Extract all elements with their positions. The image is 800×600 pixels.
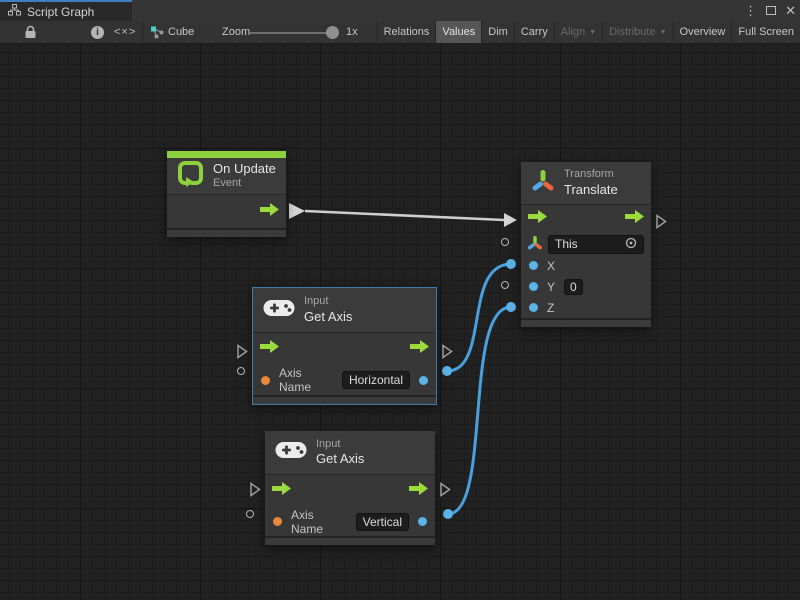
wire-endpoint <box>506 302 516 312</box>
on-update-loop-icon <box>177 160 204 192</box>
object-picker-icon[interactable] <box>625 237 637 252</box>
axis-name-field[interactable]: Vertical <box>356 513 409 531</box>
y-value-field[interactable]: 0 <box>564 279 583 295</box>
unconnected-port-this[interactable] <box>501 238 509 246</box>
transform-icon <box>531 169 555 198</box>
flow-input-port[interactable] <box>260 340 279 358</box>
graph-target-icon <box>150 21 164 43</box>
gamepad-icon <box>275 440 307 465</box>
node-footer <box>521 318 651 327</box>
port-label-z: Z <box>547 301 554 315</box>
close-button[interactable]: ✕ <box>785 4 796 17</box>
window-menu-button[interactable]: ⋮ <box>744 4 757 17</box>
script-graph-window: Script Graph ⋮ ✕ i <×> <box>0 0 800 600</box>
lock-icon <box>24 25 37 39</box>
align-dropdown[interactable]: Align ▼ <box>554 21 602 43</box>
flow-out-indicator[interactable] <box>655 214 667 234</box>
node-subtitle: Input <box>316 438 364 452</box>
info-button[interactable]: i <box>91 21 104 43</box>
code-icon: <×> <box>114 26 136 38</box>
values-button[interactable]: Values <box>435 21 481 43</box>
lock-button[interactable] <box>24 21 37 43</box>
graph-toolbar: i <×> Cube Zoom 1x Relations Values Dim … <box>0 21 800 44</box>
node-footer <box>253 395 436 404</box>
chevron-down-icon: ▼ <box>660 29 667 36</box>
param-label: Axis Name <box>279 366 333 394</box>
graph-tab-icon <box>8 3 21 21</box>
value-port-y[interactable] <box>529 282 538 291</box>
node-get-axis-horizontal[interactable]: Input Get Axis Axis Name Horizontal <box>252 287 437 405</box>
code-view-button[interactable]: <×> <box>114 21 136 43</box>
fullscreen-button[interactable]: Full Screen <box>731 21 800 43</box>
tab-bar: Script Graph ⋮ ✕ <box>0 0 800 21</box>
flow-out-indicator[interactable] <box>439 482 451 502</box>
wire-endpoint <box>506 259 516 269</box>
node-footer <box>265 536 435 545</box>
maximize-button[interactable] <box>766 4 776 17</box>
node-subtitle: Transform <box>564 168 618 182</box>
node-title: Translate <box>564 182 618 198</box>
this-object-field[interactable]: This <box>548 235 644 254</box>
node-subtitle: Input <box>304 295 352 309</box>
zoom-value: 1x <box>346 21 358 43</box>
port-label-y: Y <box>547 280 555 294</box>
node-on-update[interactable]: On Update Event <box>167 151 286 237</box>
node-get-axis-vertical[interactable]: Input Get Axis Axis Name Vertical <box>265 431 435 545</box>
graph-target-label[interactable]: Cube <box>168 21 194 43</box>
node-footer <box>167 228 286 237</box>
tab-script-graph[interactable]: Script Graph <box>0 0 132 21</box>
value-port-z[interactable] <box>529 303 538 312</box>
info-icon: i <box>91 26 104 39</box>
param-label: Axis Name <box>291 508 347 536</box>
flow-input-port[interactable] <box>528 210 547 228</box>
dim-button[interactable]: Dim <box>481 21 514 43</box>
flow-output-port[interactable] <box>260 203 279 221</box>
flow-input-port[interactable] <box>272 482 291 500</box>
toolbar-button-row: Relations Values Dim Carry Align ▼ Distr… <box>377 21 800 43</box>
string-input-port[interactable] <box>261 376 270 385</box>
tab-title: Script Graph <box>27 5 94 19</box>
unconnected-port-axis-name[interactable] <box>246 510 254 518</box>
node-title: Get Axis <box>316 451 364 467</box>
node-title: On Update <box>213 161 276 177</box>
flow-wire-end-arrow <box>504 213 517 227</box>
transform-mini-icon <box>528 236 542 253</box>
relations-button[interactable]: Relations <box>377 21 436 43</box>
string-input-port[interactable] <box>273 517 282 526</box>
graph-canvas[interactable]: On Update Event <box>0 44 800 600</box>
maximize-icon <box>766 6 776 15</box>
flow-output-port[interactable] <box>625 210 644 228</box>
chevron-down-icon: ▼ <box>589 29 596 36</box>
zoom-slider-track[interactable] <box>250 32 336 34</box>
overview-button[interactable]: Overview <box>673 21 732 43</box>
node-translate[interactable]: Transform Translate <box>521 162 651 327</box>
axis-name-field[interactable]: Horizontal <box>342 371 410 389</box>
flow-output-port[interactable] <box>410 340 429 358</box>
flow-wire[interactable] <box>305 211 504 220</box>
unconnected-port-axis-name[interactable] <box>237 367 245 375</box>
gamepad-icon <box>263 298 295 323</box>
wire-endpoint <box>443 509 453 519</box>
carry-button[interactable]: Carry <box>514 21 554 43</box>
flow-output-port[interactable] <box>409 482 428 500</box>
value-wire-horizontal-to-x[interactable] <box>447 264 511 371</box>
distribute-dropdown[interactable]: Distribute ▼ <box>602 21 672 43</box>
port-label-x: X <box>547 259 555 273</box>
value-port-x[interactable] <box>529 261 538 270</box>
flow-wire-start-arrow <box>289 203 305 219</box>
zoom-label: Zoom <box>222 21 250 43</box>
node-title: Get Axis <box>304 309 352 325</box>
node-subtitle: Event <box>213 177 276 191</box>
flow-in-indicator[interactable] <box>236 344 248 364</box>
zoom-slider-handle[interactable] <box>326 26 339 39</box>
flow-out-indicator[interactable] <box>441 344 453 364</box>
wire-endpoint <box>442 366 452 376</box>
unconnected-port-y[interactable] <box>501 281 509 289</box>
value-output-port[interactable] <box>418 517 427 526</box>
value-output-port[interactable] <box>419 376 428 385</box>
flow-in-indicator[interactable] <box>249 482 261 502</box>
value-wire-vertical-to-z[interactable] <box>448 307 511 514</box>
event-color-bar <box>167 151 286 158</box>
